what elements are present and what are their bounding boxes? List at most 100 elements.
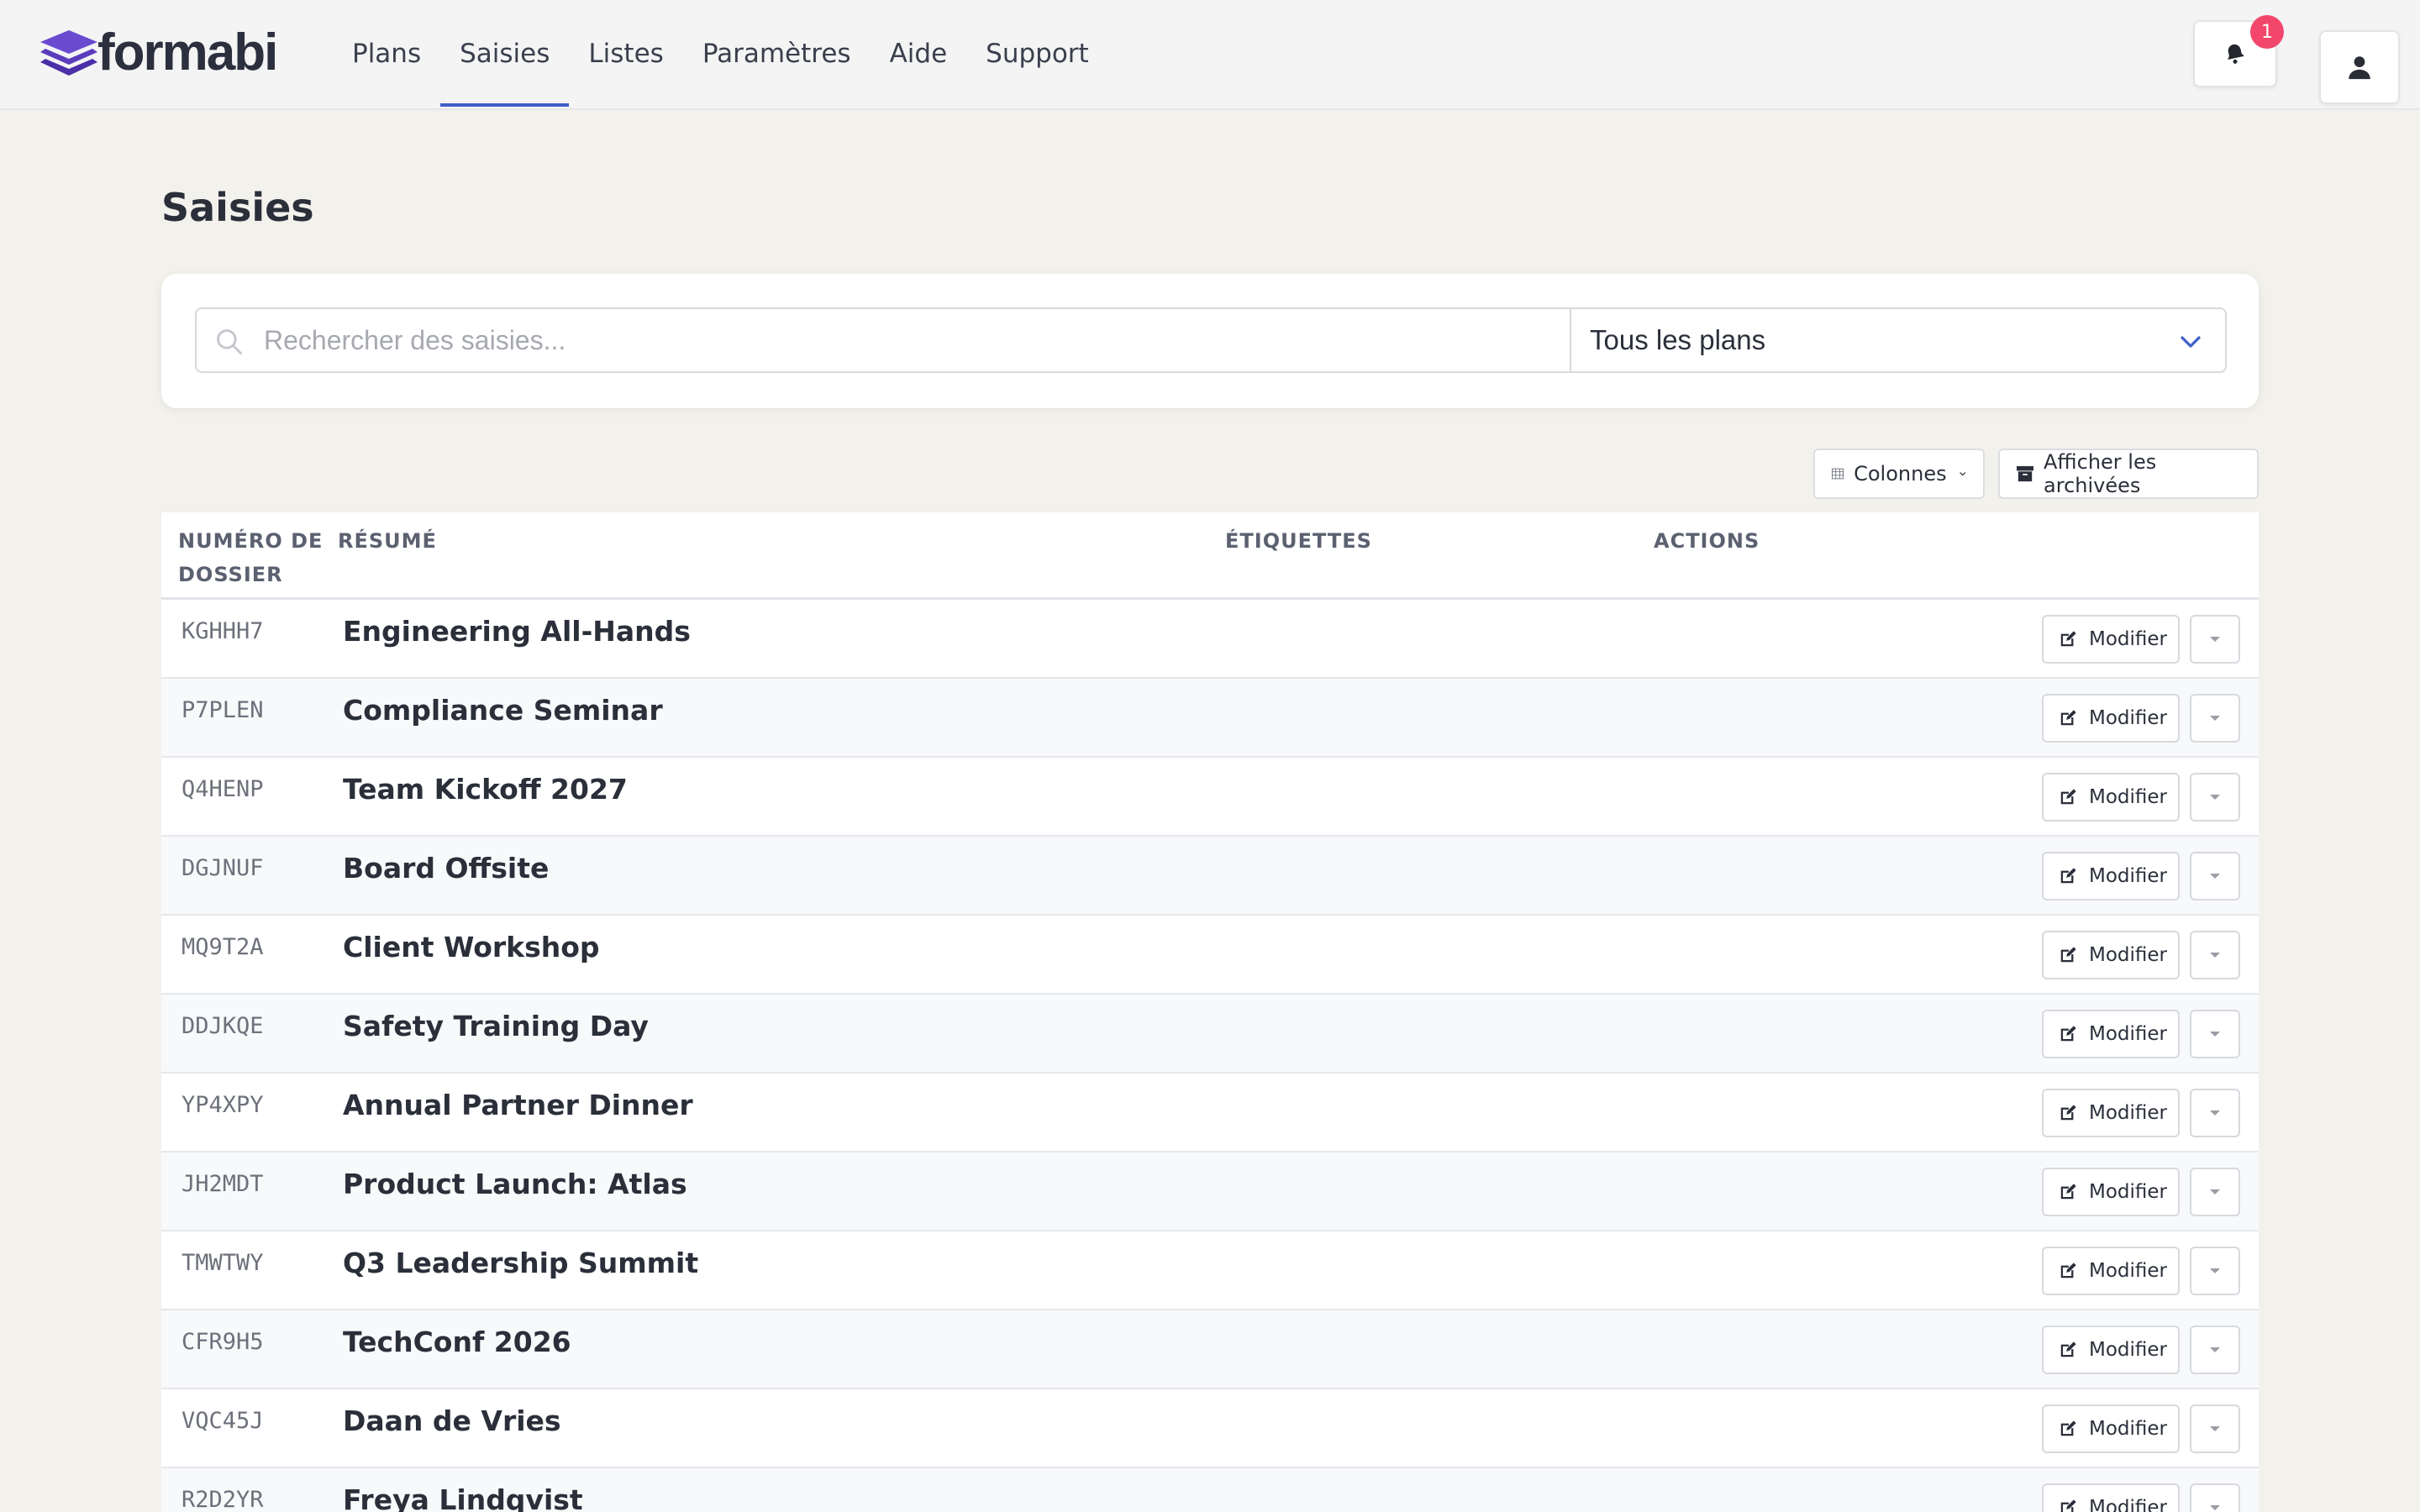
column-header-summary[interactable]: RÉSUMÉ xyxy=(338,524,437,558)
brand-logo[interactable]: formabi xyxy=(39,27,278,79)
caret-down-icon xyxy=(2210,1426,2220,1431)
user-icon xyxy=(2349,56,2370,80)
caret-down-icon xyxy=(2210,1268,2220,1273)
entry-summary[interactable]: Compliance Seminar xyxy=(343,694,663,727)
edit-icon xyxy=(2060,710,2076,726)
row-actions-dropdown[interactable] xyxy=(2190,1483,2240,1512)
notification-count-badge: 1 xyxy=(2250,15,2284,49)
row-actions-dropdown[interactable] xyxy=(2190,773,2240,822)
columns-button-label: Colonnes xyxy=(1854,462,1947,486)
row-actions-dropdown[interactable] xyxy=(2190,1089,2240,1137)
file-number: YP4XPY xyxy=(182,1092,264,1118)
file-number: VQC45J xyxy=(182,1408,264,1434)
entry-summary[interactable]: Team Kickoff 2027 xyxy=(343,773,628,806)
entry-summary[interactable]: Engineering All-Hands xyxy=(343,615,691,648)
nav-item-saisies[interactable]: Saisies xyxy=(440,0,570,107)
caret-down-icon xyxy=(2210,795,2220,800)
edit-button[interactable]: Modifier xyxy=(2042,1483,2180,1512)
row-actions-dropdown[interactable] xyxy=(2190,1326,2240,1374)
table-body: KGHHH7 Engineering All-Hands Modifier P7… xyxy=(161,600,2259,1512)
edit-icon xyxy=(2060,1184,2076,1200)
entry-summary[interactable]: Q3 Leadership Summit xyxy=(343,1247,698,1279)
table-row[interactable]: R2D2YR Freya Lindqvist Modifier xyxy=(161,1468,2259,1512)
nav-item-parametres[interactable]: Paramètres xyxy=(683,0,871,107)
edit-icon xyxy=(2060,1263,2076,1278)
row-actions-dropdown[interactable] xyxy=(2190,1010,2240,1058)
main-nav: Plans Saisies Listes Paramètres Aide Sup… xyxy=(333,0,1108,110)
edit-button[interactable]: Modifier xyxy=(2042,1247,2180,1295)
edit-icon xyxy=(2060,868,2076,884)
edit-button-label: Modifier xyxy=(2089,786,2167,808)
file-number: Q4HENP xyxy=(182,776,264,802)
edit-button[interactable]: Modifier xyxy=(2042,852,2180,900)
entry-summary[interactable]: Freya Lindqvist xyxy=(343,1483,583,1512)
row-actions-dropdown[interactable] xyxy=(2190,931,2240,979)
entry-summary[interactable]: Board Offsite xyxy=(343,852,549,885)
columns-button[interactable]: Colonnes xyxy=(1813,449,1985,499)
page-title: Saisies xyxy=(161,185,314,230)
row-actions-dropdown[interactable] xyxy=(2190,852,2240,900)
edit-icon xyxy=(2060,1026,2076,1042)
chevron-down-icon xyxy=(2178,329,2203,354)
edit-button[interactable]: Modifier xyxy=(2042,694,2180,743)
edit-button[interactable]: Modifier xyxy=(2042,1089,2180,1137)
nav-item-plans[interactable]: Plans xyxy=(333,0,440,107)
edit-button-label: Modifier xyxy=(2089,1418,2167,1440)
user-menu-button[interactable] xyxy=(2319,30,2400,104)
entry-summary[interactable]: Client Workshop xyxy=(343,931,600,963)
caret-down-icon xyxy=(2210,1110,2220,1116)
show-archived-button[interactable]: Afficher les archivées xyxy=(1998,449,2259,499)
entry-summary[interactable]: Daan de Vries xyxy=(343,1404,561,1437)
edit-button[interactable]: Modifier xyxy=(2042,931,2180,979)
edit-button[interactable]: Modifier xyxy=(2042,773,2180,822)
search-icon xyxy=(213,326,245,358)
table-row[interactable]: P7PLEN Compliance Seminar Modifier xyxy=(161,679,2259,758)
logo-layers-icon xyxy=(40,30,97,76)
table-row[interactable]: MQ9T2A Client Workshop Modifier xyxy=(161,916,2259,995)
edit-button[interactable]: Modifier xyxy=(2042,1168,2180,1216)
edit-icon xyxy=(2060,789,2076,805)
nav-item-aide[interactable]: Aide xyxy=(871,0,967,107)
search-box xyxy=(195,307,1570,373)
caret-down-icon xyxy=(2210,953,2220,958)
row-actions-dropdown[interactable] xyxy=(2190,1168,2240,1216)
edit-button[interactable]: Modifier xyxy=(2042,615,2180,664)
edit-button-label: Modifier xyxy=(2089,1339,2167,1361)
row-actions-dropdown[interactable] xyxy=(2190,1404,2240,1453)
file-number: DGJNUF xyxy=(182,855,264,881)
table-row[interactable]: Q4HENP Team Kickoff 2027 Modifier xyxy=(161,758,2259,837)
edit-button-label: Modifier xyxy=(2089,1497,2167,1512)
edit-icon xyxy=(2060,1420,2076,1436)
table-row[interactable]: YP4XPY Annual Partner Dinner Modifier xyxy=(161,1074,2259,1152)
table-row[interactable]: CFR9H5 TechConf 2026 Modifier xyxy=(161,1310,2259,1389)
table-row[interactable]: DDJKQE Safety Training Day Modifier xyxy=(161,995,2259,1074)
column-header-number[interactable]: NUMÉRO DE DOSSIER xyxy=(178,524,329,591)
nav-item-listes[interactable]: Listes xyxy=(569,0,682,107)
row-actions-dropdown[interactable] xyxy=(2190,694,2240,743)
entry-summary[interactable]: TechConf 2026 xyxy=(343,1326,571,1358)
edit-button[interactable]: Modifier xyxy=(2042,1010,2180,1058)
entry-summary[interactable]: Annual Partner Dinner xyxy=(343,1089,693,1121)
caret-down-icon xyxy=(2210,874,2220,879)
table-row[interactable]: DGJNUF Board Offsite Modifier xyxy=(161,837,2259,916)
archive-icon xyxy=(2017,465,2034,482)
file-number: DDJKQE xyxy=(182,1013,264,1039)
edit-button[interactable]: Modifier xyxy=(2042,1326,2180,1374)
row-actions-dropdown[interactable] xyxy=(2190,615,2240,664)
search-input[interactable] xyxy=(264,309,1524,371)
nav-item-support[interactable]: Support xyxy=(966,0,1108,107)
plan-filter-select[interactable]: Tous les plans xyxy=(1570,307,2227,373)
edit-button[interactable]: Modifier xyxy=(2042,1404,2180,1453)
row-actions-dropdown[interactable] xyxy=(2190,1247,2240,1295)
table-row[interactable]: JH2MDT Product Launch: Atlas Modifier xyxy=(161,1152,2259,1231)
table-row[interactable]: KGHHH7 Engineering All-Hands Modifier xyxy=(161,600,2259,679)
entry-summary[interactable]: Product Launch: Atlas xyxy=(343,1168,687,1200)
column-header-tags[interactable]: ÉTIQUETTES xyxy=(1225,524,1372,558)
edit-button-label: Modifier xyxy=(2089,628,2167,650)
file-number: JH2MDT xyxy=(182,1171,264,1197)
entries-table: NUMÉRO DE DOSSIER RÉSUMÉ ÉTIQUETTES ACTI… xyxy=(161,512,2259,1512)
entry-summary[interactable]: Safety Training Day xyxy=(343,1010,649,1042)
bell-icon xyxy=(2228,44,2244,64)
table-row[interactable]: TMWTWY Q3 Leadership Summit Modifier xyxy=(161,1231,2259,1310)
table-row[interactable]: VQC45J Daan de Vries Modifier xyxy=(161,1389,2259,1468)
